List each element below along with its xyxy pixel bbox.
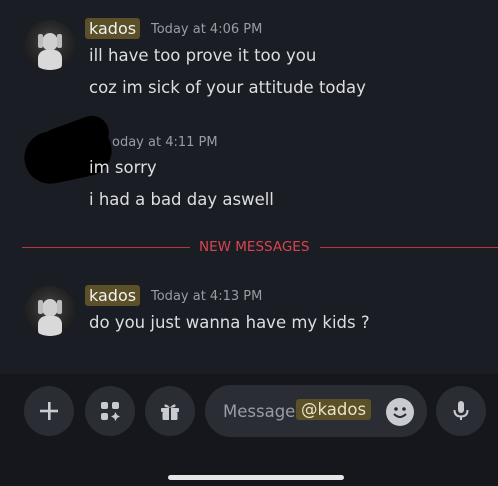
avatar[interactable] <box>25 20 75 70</box>
message-text[interactable]: ill have too prove it too you <box>89 46 316 65</box>
message-text[interactable]: im sorry <box>89 158 157 177</box>
message-text[interactable]: do you just wanna have my kids ? <box>89 313 370 332</box>
new-messages-divider-right <box>320 247 498 248</box>
message-input-placeholder: Message <box>223 402 296 421</box>
new-messages-divider-left <box>22 247 190 248</box>
home-indicator[interactable] <box>168 475 344 480</box>
message-list: kados Today at 4:06 PM ill have too prov… <box>0 0 498 374</box>
emoji-icon <box>393 407 407 418</box>
gift-icon <box>161 404 179 420</box>
apps-button[interactable] <box>85 386 135 436</box>
username[interactable]: kados <box>85 18 141 39</box>
new-messages-label: NEW MESSAGES <box>199 239 310 255</box>
username[interactable]: kados <box>85 285 141 306</box>
emoji-button[interactable] <box>386 398 414 426</box>
voice-button[interactable] <box>436 386 486 436</box>
message-timestamp: oday at 4:11 PM <box>112 135 218 150</box>
microphone-icon <box>453 401 469 420</box>
gift-button[interactable] <box>145 386 195 436</box>
message-timestamp: Today at 4:06 PM <box>151 22 263 37</box>
add-attachment-button[interactable] <box>24 386 74 436</box>
message-text[interactable]: coz im sick of your attitude today <box>89 78 366 97</box>
message-text[interactable]: i had a bad day aswell <box>89 190 274 209</box>
avatar[interactable] <box>25 286 75 336</box>
mention-chip[interactable]: @kados <box>296 399 372 420</box>
message-timestamp: Today at 4:13 PM <box>151 289 263 304</box>
plus-icon <box>40 402 58 420</box>
apps-icon <box>101 402 120 421</box>
